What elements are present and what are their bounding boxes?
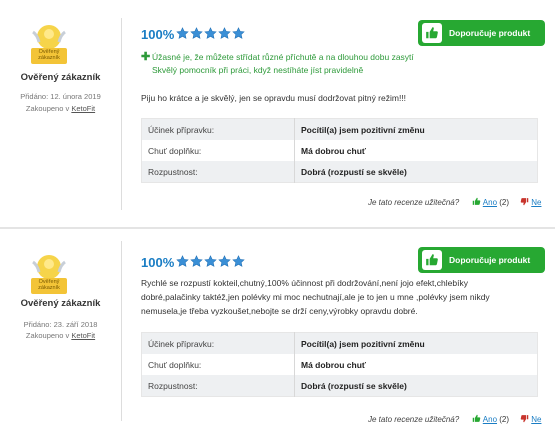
thumb-down-icon [520, 197, 529, 206]
yes-link[interactable]: Ano [483, 198, 497, 207]
yes-count: (2) [499, 415, 510, 424]
star-icon [176, 255, 189, 268]
recommend-badge: Doporučuje produkt [418, 247, 545, 273]
recommend-label: Doporučuje produkt [449, 28, 531, 38]
added-date: Přidáno: 12. února 2019 [0, 92, 121, 101]
bought-in: Zakoupeno v KetoFit [0, 104, 121, 113]
attr-value: Má dobrou chuť [294, 140, 538, 161]
badge-text: Ověřený zákazník [38, 49, 60, 61]
yes-count: (2) [499, 198, 510, 207]
bought-label: Zakoupeno v [25, 104, 70, 113]
table-row: Chuť doplňku: Má dobrou chuť [141, 354, 538, 375]
divider [121, 18, 122, 210]
no-link[interactable]: Ne [531, 198, 541, 207]
star-icon [204, 255, 217, 268]
vote-yes[interactable]: Ano (2) [472, 197, 509, 207]
attributes-table: Účinek přípravku: Pocítil(a) jsem pozitiv… [141, 332, 538, 397]
attr-key: Chuť doplňku: [141, 354, 295, 375]
attr-key: Rozpustnost: [141, 375, 295, 397]
thumb-down-icon [520, 414, 529, 423]
rating-percent: 100% [141, 255, 175, 270]
added-date-value: 12. února 2019 [50, 92, 101, 101]
added-label: Přidáno: [23, 320, 52, 329]
star-icon [190, 255, 203, 268]
divider [121, 241, 122, 421]
vote-yes[interactable]: Ano (2) [472, 414, 509, 424]
attr-key: Účinek přípravku: [141, 118, 295, 140]
attr-value: Pocítil(a) jsem pozitivní změnu [294, 118, 538, 140]
shop-link[interactable]: KetoFit [71, 104, 95, 113]
table-row: Účinek přípravku: Pocítil(a) jsem pozitiv… [141, 332, 538, 354]
star-rating [176, 27, 246, 42]
bought-label: Zakoupeno v [25, 331, 70, 340]
review-text: Rychlé se rozpustí kokteil,chutný,100% ú… [141, 278, 490, 316]
rating-percent: 100% [141, 27, 175, 42]
useful-question: Je tato recenze užitečná? [368, 415, 460, 424]
recommend-badge: Doporučuje produkt [418, 20, 545, 46]
verified-badge-icon: Ověřený zákazník [29, 252, 69, 296]
star-icon [218, 255, 231, 268]
table-row: Účinek přípravku: Pocítil(a) jsem pozitiv… [141, 118, 538, 140]
star-icon [232, 255, 245, 268]
recommend-label: Doporučuje produkt [449, 255, 531, 265]
review-1: Ověřený zákazník Ověřený zákazník Přidán… [0, 0, 555, 222]
star-icon [232, 27, 245, 40]
added-date: Přidáno: 23. září 2018 [0, 320, 121, 329]
star-icon [218, 27, 231, 40]
pro-text: Úžasné je, že můžete střídat různé přích… [152, 52, 414, 75]
bought-in: Zakoupeno v KetoFit [0, 331, 121, 340]
table-row: Rozpustnost: Dobrá (rozpustí se skvěle) [141, 375, 538, 397]
table-row: Rozpustnost: Dobrá (rozpustí se skvěle) [141, 161, 538, 183]
yes-link[interactable]: Ano [483, 415, 497, 424]
attr-value: Pocítil(a) jsem pozitivní změnu [294, 332, 538, 354]
thumb-up-icon [472, 197, 481, 206]
attr-key: Chuť doplňku: [141, 140, 295, 161]
attr-value: Dobrá (rozpustí se skvěle) [294, 161, 538, 183]
verified-badge-icon: Ověřený zákazník [29, 22, 69, 66]
attributes-table: Účinek přípravku: Pocítil(a) jsem pozitiv… [141, 118, 538, 183]
review-text: Piju ho krátce a je skvělý, jen se oprav… [141, 93, 407, 103]
plus-icon: ✚ [141, 51, 151, 63]
reviewer-name: Ověřený zákazník [20, 72, 101, 83]
star-icon [204, 27, 217, 40]
added-date-value: 23. září 2018 [53, 320, 98, 329]
vote-no[interactable]: Ne [520, 197, 541, 207]
thumb-up-icon [422, 250, 442, 270]
shop-link[interactable]: KetoFit [71, 331, 95, 340]
added-label: Přidáno: [20, 92, 49, 101]
badge-text: Ověřený zákazník [38, 279, 60, 291]
star-icon [176, 27, 189, 40]
attr-value: Má dobrou chuť [294, 354, 538, 375]
thumb-up-icon [472, 414, 481, 423]
reviewer-name: Ověřený zákazník [20, 298, 101, 309]
useful-question: Je tato recenze užitečná? [368, 198, 460, 207]
attr-key: Rozpustnost: [141, 161, 295, 183]
table-row: Chuť doplňku: Má dobrou chuť [141, 140, 538, 161]
attr-value: Dobrá (rozpustí se skvěle) [294, 375, 538, 397]
attr-key: Účinek přípravku: [141, 332, 295, 354]
review-2: Ověřený zákazník Ověřený zákazník Přidán… [0, 233, 555, 433]
review-separator [0, 227, 555, 229]
pro-note: ✚ Úžasné je, že můžete střídat různé pří… [141, 51, 441, 77]
thumb-up-icon [422, 23, 442, 43]
star-icon [190, 27, 203, 40]
vote-no[interactable]: Ne [520, 414, 541, 424]
star-rating [176, 255, 246, 270]
no-link[interactable]: Ne [531, 415, 541, 424]
